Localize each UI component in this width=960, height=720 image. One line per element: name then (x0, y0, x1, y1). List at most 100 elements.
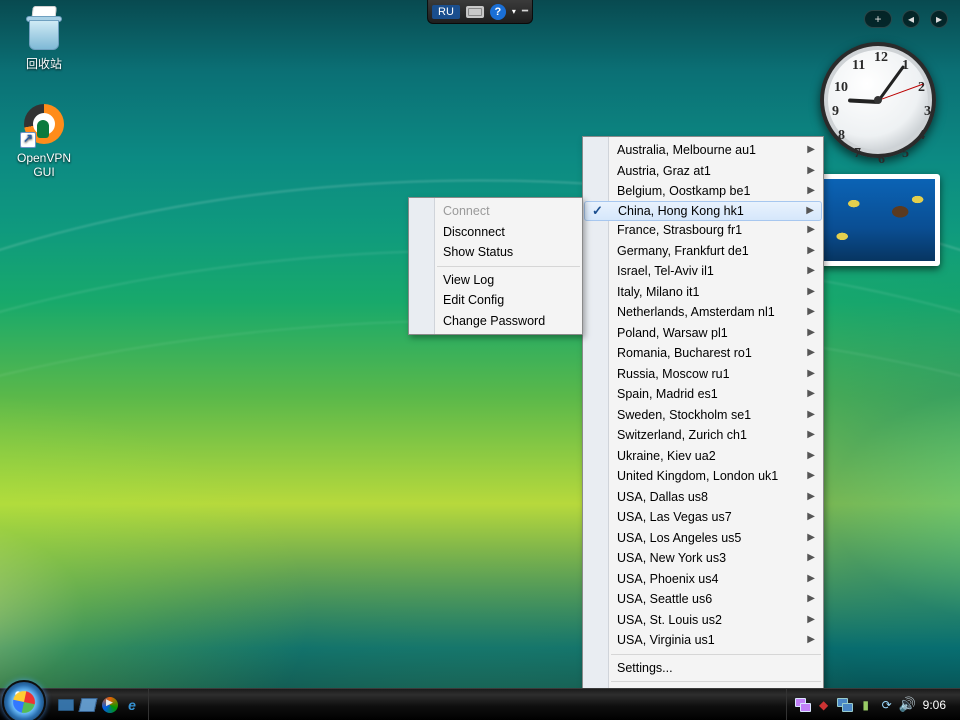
openvpn-icon (20, 100, 68, 148)
submenu-arrow-icon: ▶ (807, 487, 815, 508)
menu-item-server[interactable]: Australia, Melbourne au1▶ (583, 140, 823, 161)
language-indicator[interactable]: RU (432, 5, 460, 19)
menu-item-server[interactable]: Spain, Madrid es1▶ (583, 384, 823, 405)
submenu-arrow-icon: ▶ (807, 181, 815, 202)
desktop-icon-label: 回收站 (6, 57, 82, 71)
submenu-arrow-icon: ▶ (807, 507, 815, 528)
clock-gadget[interactable]: 12 1 2 3 4 5 6 7 8 9 10 11 (820, 42, 936, 158)
checkmark-icon: ✓ (592, 202, 603, 221)
clock-number: 9 (832, 104, 839, 120)
submenu-arrow-icon: ▶ (807, 569, 815, 590)
sidebar-prev-button[interactable]: ◂ (902, 10, 920, 28)
menu-item-server[interactable]: Poland, Warsaw pl1▶ (583, 323, 823, 344)
clock-number: 8 (838, 128, 845, 144)
menu-item-server[interactable]: USA, Dallas us8▶ (583, 487, 823, 508)
clock-number: 5 (902, 146, 909, 162)
chevron-down-icon[interactable]: ▾ (512, 7, 516, 16)
submenu-arrow-icon: ▶ (807, 384, 815, 405)
submenu-arrow-icon: ▶ (807, 282, 815, 303)
desktop-icon-recycle-bin[interactable]: 回收站 (6, 6, 82, 71)
submenu-arrow-icon: ▶ (807, 364, 815, 385)
submenu-arrow-icon: ▶ (807, 446, 815, 467)
taskbar-clock[interactable]: 9:06 (921, 698, 952, 712)
submenu-arrow-icon: ▶ (806, 202, 814, 221)
tray-network-icon[interactable] (837, 697, 853, 713)
switch-windows-icon[interactable] (78, 695, 98, 715)
menu-item-server[interactable]: Sweden, Stockholm se1▶ (583, 405, 823, 426)
menu-separator (611, 654, 821, 655)
menu-item-server[interactable]: USA, Virginia us1▶ (583, 630, 823, 651)
sidebar-add-gadget-button[interactable]: + (864, 10, 892, 28)
menu-item-view-log[interactable]: View Log (409, 270, 582, 291)
clock-number: 11 (852, 58, 865, 74)
menu-item-server[interactable]: Russia, Moscow ru1▶ (583, 364, 823, 385)
system-tray: ◆ ▮ ⟳ 🔊 9:06 (786, 689, 960, 720)
openvpn-server-menu: Australia, Melbourne au1▶ Austria, Graz … (582, 136, 824, 710)
menu-item-edit-config[interactable]: Edit Config (409, 290, 582, 311)
submenu-arrow-icon: ▶ (807, 261, 815, 282)
slideshow-gadget[interactable] (814, 174, 940, 266)
clock-number: 2 (918, 80, 925, 96)
submenu-arrow-icon: ▶ (807, 323, 815, 344)
menu-item-change-password[interactable]: Change Password (409, 311, 582, 332)
clock-number: 7 (854, 146, 861, 162)
menu-item-server[interactable]: Ukraine, Kiev ua2▶ (583, 446, 823, 467)
clock-number: 10 (834, 80, 848, 96)
submenu-arrow-icon: ▶ (807, 220, 815, 241)
media-player-icon[interactable] (100, 695, 120, 715)
sidebar-next-button[interactable]: ▸ (930, 10, 948, 28)
clock-center-cap (874, 96, 882, 104)
menu-item-server[interactable]: Switzerland, Zurich ch1▶ (583, 425, 823, 446)
menu-item-server[interactable]: USA, Seattle us6▶ (583, 589, 823, 610)
menu-item-server[interactable]: Belgium, Oostkamp be1▶ (583, 181, 823, 202)
desktop-icon-openvpn-gui[interactable]: OpenVPNGUI (6, 100, 82, 180)
submenu-arrow-icon: ▶ (807, 161, 815, 182)
tray-openvpn-icon[interactable] (795, 697, 811, 713)
submenu-arrow-icon: ▶ (807, 405, 815, 426)
submenu-arrow-icon: ▶ (807, 528, 815, 549)
show-desktop-icon[interactable] (56, 695, 76, 715)
menu-item-show-status[interactable]: Show Status (409, 242, 582, 263)
submenu-arrow-icon: ▶ (807, 140, 815, 161)
menu-item-server-selected[interactable]: ✓China, Hong Kong hk1▶ (584, 201, 822, 222)
menu-item-disconnect[interactable]: Disconnect (409, 222, 582, 243)
tray-security-icon[interactable]: ◆ (816, 697, 832, 713)
menu-item-server[interactable]: Germany, Frankfurt de1▶ (583, 241, 823, 262)
start-button[interactable] (2, 680, 46, 720)
clock-number: 12 (874, 50, 888, 66)
menu-item-server[interactable]: United Kingdom, London uk1▶ (583, 466, 823, 487)
submenu-arrow-icon: ▶ (807, 610, 815, 631)
recycle-bin-icon (20, 6, 68, 54)
taskbar: e ◆ ▮ ⟳ 🔊 9:06 (0, 688, 960, 720)
openvpn-action-submenu: Connect Disconnect Show Status View Log … (408, 197, 583, 335)
help-icon[interactable]: ? (490, 4, 506, 20)
menu-item-server[interactable]: USA, Phoenix us4▶ (583, 569, 823, 590)
tray-battery-icon[interactable]: ▮ (858, 697, 874, 713)
clock-number: 3 (924, 104, 931, 120)
menu-item-server[interactable]: Netherlands, Amsterdam nl1▶ (583, 302, 823, 323)
tray-updates-icon[interactable]: ⟳ (879, 697, 895, 713)
menu-separator (611, 681, 821, 682)
menu-item-server[interactable]: France, Strasbourg fr1▶ (583, 220, 823, 241)
menu-item-server[interactable]: Italy, Milano it1▶ (583, 282, 823, 303)
language-bar[interactable]: RU ? ▾ ━ (427, 0, 533, 24)
sidebar-gadget-controls: + ◂ ▸ (864, 10, 948, 28)
menu-item-settings[interactable]: Settings... (583, 658, 823, 679)
quick-launch: e (50, 689, 149, 720)
submenu-arrow-icon: ▶ (807, 241, 815, 262)
menu-item-server[interactable]: Austria, Graz at1▶ (583, 161, 823, 182)
keyboard-icon[interactable] (466, 6, 484, 18)
menu-item-server[interactable]: USA, Los Angeles us5▶ (583, 528, 823, 549)
menu-separator (437, 266, 580, 267)
submenu-arrow-icon: ▶ (807, 425, 815, 446)
menu-item-connect: Connect (409, 201, 582, 222)
menu-item-server[interactable]: USA, New York us3▶ (583, 548, 823, 569)
menu-item-server[interactable]: USA, Las Vegas us7▶ (583, 507, 823, 528)
menu-item-server[interactable]: Romania, Bucharest ro1▶ (583, 343, 823, 364)
tray-volume-icon[interactable]: 🔊 (900, 697, 916, 713)
internet-explorer-icon[interactable]: e (122, 695, 142, 715)
menu-item-server[interactable]: Israel, Tel-Aviv il1▶ (583, 261, 823, 282)
submenu-arrow-icon: ▶ (807, 630, 815, 651)
menu-item-server[interactable]: USA, St. Louis us2▶ (583, 610, 823, 631)
minimize-langbar-icon[interactable]: ━ (522, 6, 528, 17)
